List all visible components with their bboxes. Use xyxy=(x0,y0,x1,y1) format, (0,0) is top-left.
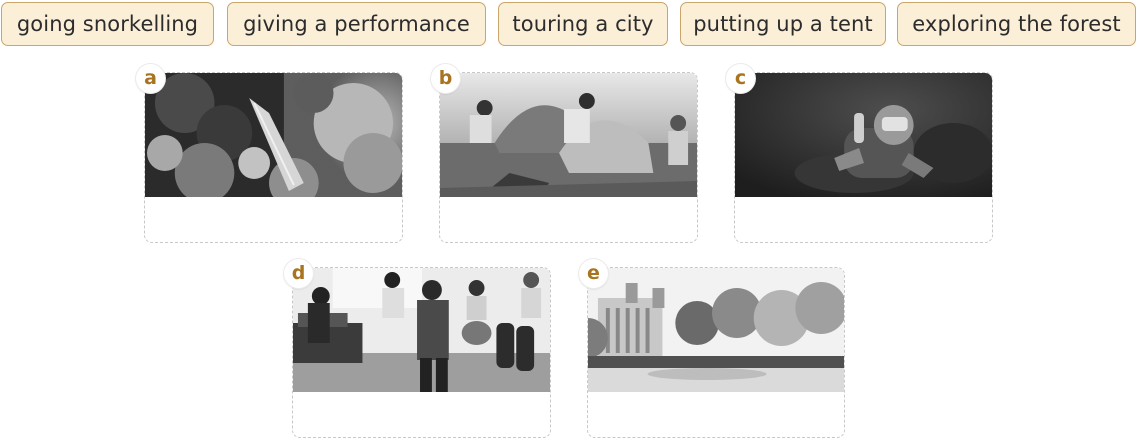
card-letter-badge: a xyxy=(136,64,165,93)
answer-drop-zone[interactable] xyxy=(440,197,697,243)
snorkelling-photo xyxy=(735,73,992,197)
city-photo xyxy=(588,268,844,392)
performance-photo xyxy=(293,268,550,392)
answer-drop-zone[interactable] xyxy=(293,392,550,438)
picture-card-b: b xyxy=(431,64,698,243)
word-chip-exploring-the-forest[interactable]: exploring the forest xyxy=(897,2,1136,46)
picture-card-d: d xyxy=(284,259,551,438)
forest-photo xyxy=(145,73,402,197)
picture-card-e: e xyxy=(579,259,845,438)
word-bank: going snorkelling giving a performance t… xyxy=(0,2,1137,48)
picture-card-a: a xyxy=(136,64,403,243)
card-letter-badge: d xyxy=(284,259,313,288)
card-letter-badge: c xyxy=(726,64,755,93)
card-letter-badge: b xyxy=(431,64,460,93)
word-chip-touring-a-city[interactable]: touring a city xyxy=(498,2,668,46)
answer-drop-zone[interactable] xyxy=(145,197,402,243)
tent-photo xyxy=(440,73,697,197)
word-chip-giving-a-performance[interactable]: giving a performance xyxy=(227,2,486,46)
card-letter-badge: e xyxy=(579,259,608,288)
answer-drop-zone[interactable] xyxy=(735,197,992,243)
word-chip-going-snorkelling[interactable]: going snorkelling xyxy=(1,2,214,46)
answer-drop-zone[interactable] xyxy=(588,392,844,438)
picture-card-c: c xyxy=(726,64,993,243)
word-chip-putting-up-a-tent[interactable]: putting up a tent xyxy=(680,2,886,46)
